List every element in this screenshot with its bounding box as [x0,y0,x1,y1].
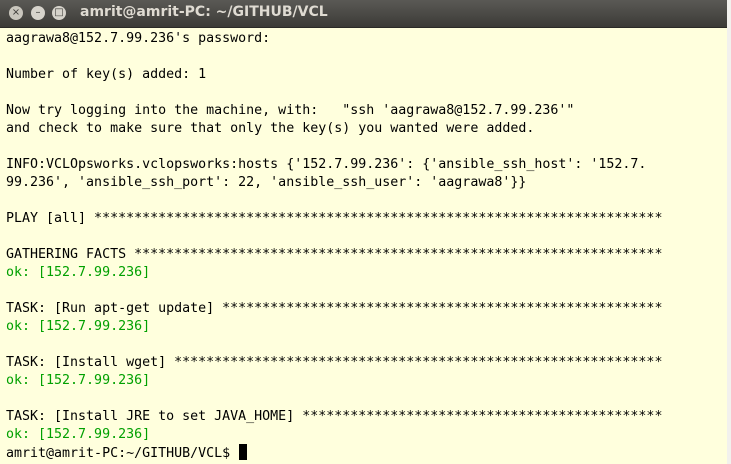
terminal-output[interactable]: aagrawa8@152.7.99.236's password: Number… [0,28,727,464]
close-icon[interactable]: × [9,6,23,20]
window-title: amrit@amrit-PC: ~/GITHUB/VCL [80,4,328,20]
terminal-line: Now try logging into the machine, with: … [6,103,575,118]
terminal-line: TASK: [Install wget] *******************… [6,355,663,370]
terminal-line: 99.236', 'ansible_ssh_port': 22, 'ansibl… [6,175,527,190]
terminal-line: GATHERING FACTS ************************… [6,247,663,262]
terminal-line-ok: ok: [152.7.99.236] [6,427,151,442]
terminal-line: aagrawa8@152.7.99.236's password: [6,31,271,46]
minimize-icon[interactable]: – [31,6,45,20]
background-window-edge [727,0,731,464]
maximize-icon[interactable]: □ [52,6,66,20]
terminal-line: INFO:VCLOpsworks.vclopsworks:hosts {'152… [6,157,647,172]
terminal-line-ok: ok: [152.7.99.236] [6,265,151,280]
window-titlebar[interactable]: × – □ amrit@amrit-PC: ~/GITHUB/VCL [0,0,731,28]
terminal-line: Number of key(s) added: 1 [6,67,207,82]
terminal-line: TASK: [Install JRE to set JAVA_HOME] ***… [6,409,663,424]
terminal-line-ok: ok: [152.7.99.236] [6,319,151,334]
terminal-prompt-line[interactable]: amrit@amrit-PC:~/GITHUB/VCL$ [6,444,248,462]
terminal-line-ok: ok: [152.7.99.236] [6,373,151,388]
terminal-line: and check to make sure that only the key… [6,121,535,136]
terminal-line: TASK: [Run apt-get update] *************… [6,301,663,316]
text-cursor [239,444,248,460]
shell-prompt: amrit@amrit-PC:~/GITHUB/VCL$ [6,446,239,461]
terminal-line: PLAY [all] *****************************… [6,211,663,226]
